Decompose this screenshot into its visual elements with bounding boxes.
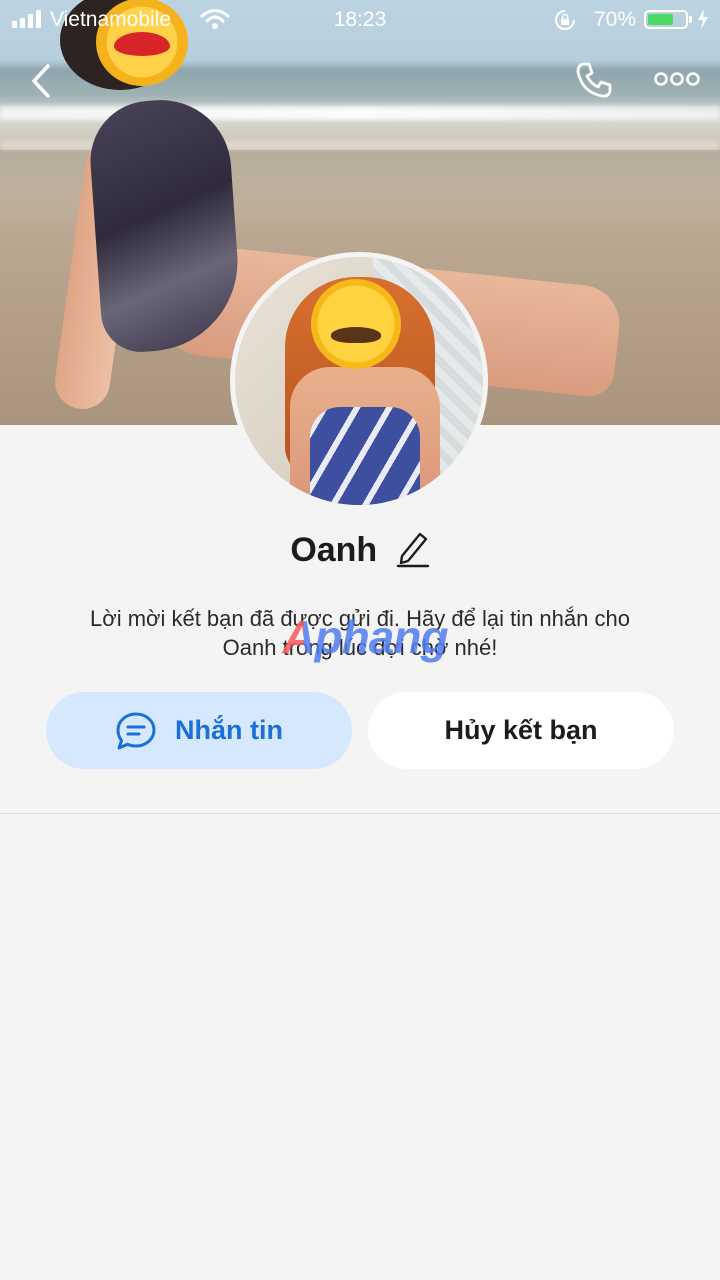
profile-avatar[interactable] [230, 252, 488, 510]
message-line-1: Lời mời kết bạn đã được gửi đi. Hãy để l… [90, 606, 630, 631]
mustache-sticker-icon [311, 279, 401, 369]
send-message-button[interactable]: Nhắn tin [46, 692, 352, 769]
friend-request-message: Lời mời kết bạn đã được gửi đi. Hãy để l… [40, 604, 680, 662]
cancel-friend-request-button[interactable]: Hủy kết bạn [368, 692, 674, 769]
charging-bolt-icon [698, 9, 708, 29]
back-button[interactable] [28, 62, 54, 103]
avatar-swimsuit [310, 407, 420, 505]
phone-icon [576, 62, 612, 98]
profile-name-row: Oanh [0, 530, 720, 576]
send-message-label: Nhắn tin [175, 715, 283, 745]
rotation-lock-icon [555, 10, 575, 30]
pencil-icon [396, 532, 429, 568]
call-button[interactable] [574, 60, 614, 103]
section-divider [0, 813, 720, 814]
battery-percent: 70% [593, 8, 636, 31]
battery-fill [648, 14, 674, 25]
more-button[interactable] [654, 68, 700, 93]
battery-icon [644, 10, 692, 29]
status-bar: Vietnamobile 18:23 70% [0, 0, 720, 40]
profile-name: Oanh [290, 531, 378, 569]
chat-bubble-icon [116, 712, 156, 749]
message-line-2: Oanh trong lúc đợi chờ nhé! [222, 635, 498, 660]
cancel-friend-request-label: Hủy kết bạn [444, 715, 598, 745]
chevron-left-icon [32, 64, 50, 98]
edit-name-button[interactable] [396, 530, 430, 571]
more-dots-icon [654, 72, 700, 86]
